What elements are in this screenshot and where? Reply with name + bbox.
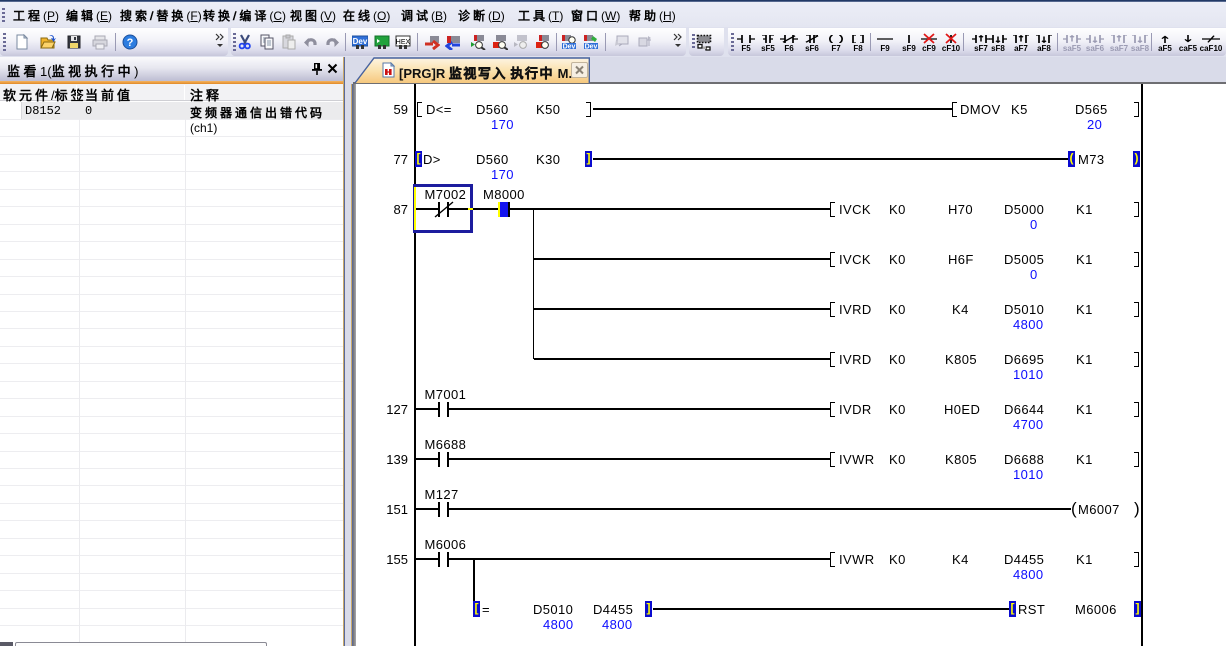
svg-text:?: ?	[127, 37, 134, 49]
svg-text:Dev: Dev	[585, 44, 598, 51]
svg-text:Dev: Dev	[563, 44, 576, 51]
svg-text:Dev: Dev	[353, 37, 368, 46]
svg-text:HEX: HEX	[396, 39, 411, 46]
